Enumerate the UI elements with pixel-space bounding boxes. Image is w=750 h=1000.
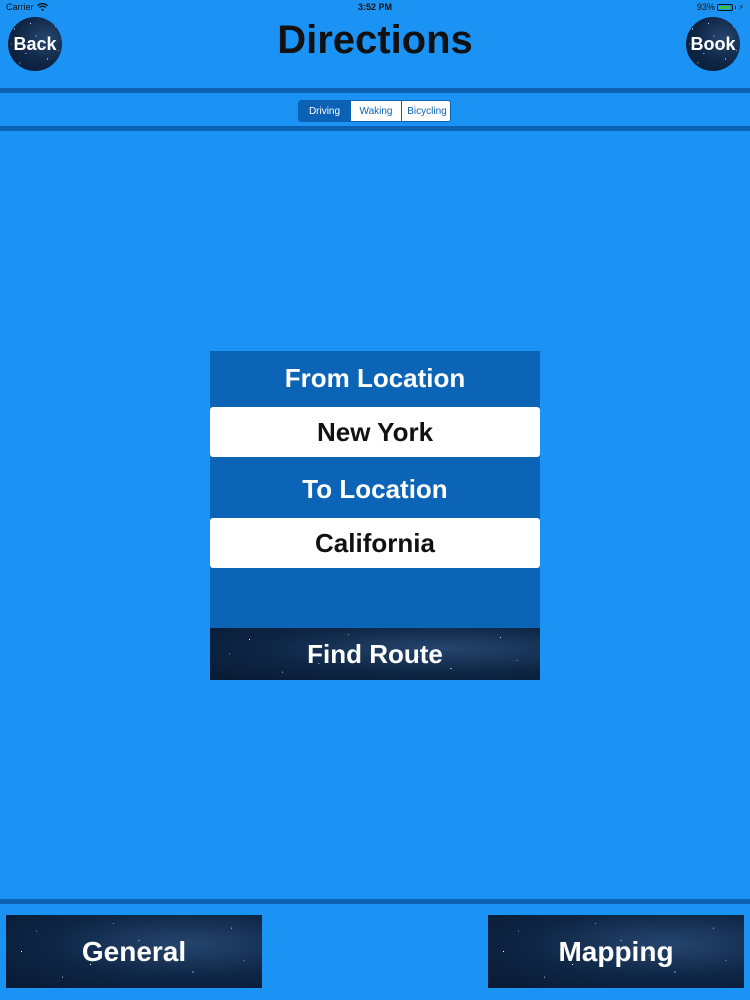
- segment-bicycling[interactable]: Bicycling: [401, 101, 450, 121]
- find-route-button[interactable]: Find Route: [210, 628, 540, 680]
- battery-group: 93% ⚡: [697, 2, 744, 12]
- page-title: Directions: [277, 18, 473, 62]
- from-location-label: From Location: [284, 363, 466, 393]
- mapping-button[interactable]: Mapping: [488, 915, 744, 988]
- book-button[interactable]: Book: [686, 17, 740, 71]
- general-button[interactable]: General: [6, 915, 262, 988]
- to-location-label: To Location: [302, 474, 448, 504]
- battery-percent: 93%: [696, 2, 715, 12]
- transport-mode-selector: Driving Waking Bicycling: [298, 100, 451, 122]
- battery-fill: [718, 5, 730, 9]
- segment-driving[interactable]: Driving: [299, 101, 350, 121]
- status-bar: Carrier 3:52 PM 93% ⚡: [0, 0, 750, 14]
- header-divider: [0, 88, 750, 93]
- battery-cap: [734, 5, 737, 9]
- charging-bolt-icon: ⚡: [738, 2, 744, 12]
- to-location-input[interactable]: California: [210, 518, 540, 568]
- segment-divider: [0, 126, 750, 131]
- status-time: 3:52 PM: [357, 2, 392, 12]
- footer-divider: [0, 899, 750, 904]
- segment-walking[interactable]: Waking: [350, 101, 401, 121]
- from-location-input[interactable]: New York: [210, 407, 540, 457]
- route-form-card: From Location New York To Location Calif…: [210, 351, 540, 680]
- directions-screen: Carrier 3:52 PM 93% ⚡ Back Directions Bo…: [0, 0, 750, 1000]
- battery-icon: [716, 3, 733, 11]
